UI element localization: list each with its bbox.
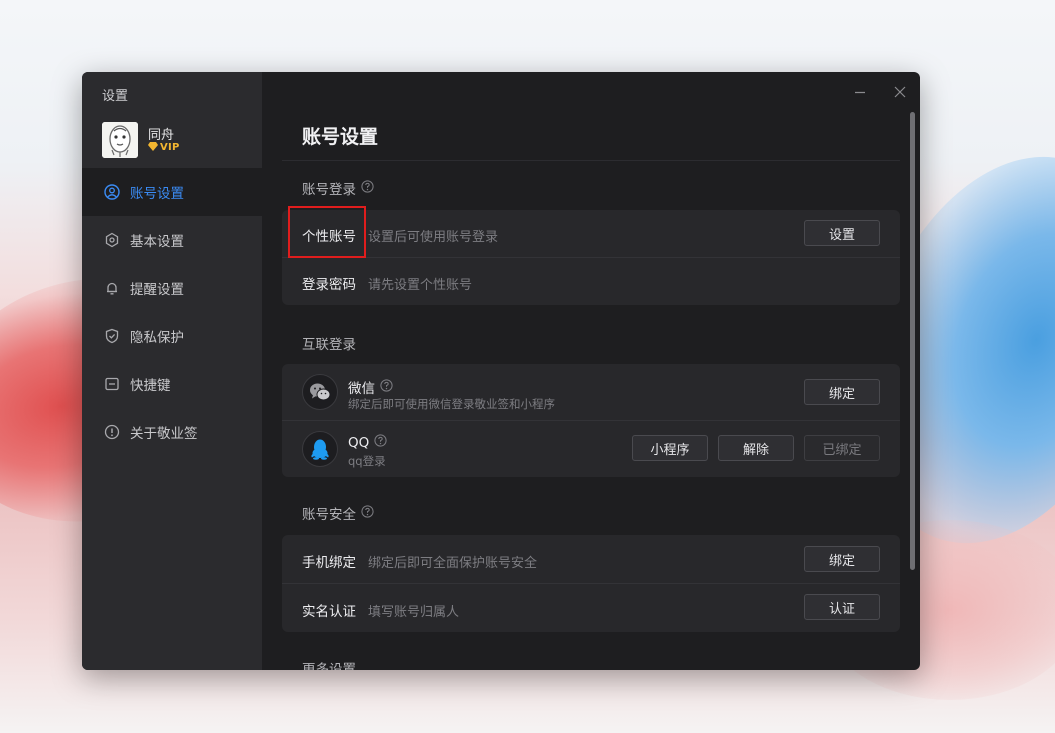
qq-desc: qq登录: [348, 454, 386, 468]
wechat-icon: [302, 374, 338, 410]
qq-bound-button: 已绑定: [804, 435, 880, 461]
real-name-title: 实名认证: [302, 604, 356, 620]
personal-account-desc: 设置后可使用账号登录: [368, 230, 499, 245]
hexagon-gear-icon: [104, 232, 120, 248]
sidebar-nav: 账号设置 基本设置 提醒设置 隐私保护 快捷键 关于敬业签: [82, 168, 262, 456]
avatar[interactable]: [102, 122, 138, 158]
help-icon[interactable]: [361, 504, 374, 522]
help-icon[interactable]: [380, 378, 393, 396]
minimize-icon: [855, 91, 865, 94]
section-linked-login-label: 互联登录: [302, 337, 356, 353]
phone-binding-desc: 绑定后即可全面保护账号安全: [368, 556, 538, 571]
personal-account-title: 个性账号: [302, 229, 356, 245]
user-profile[interactable]: 同舟 VIP: [102, 122, 252, 160]
wechat-desc: 绑定后即可使用微信登录敬业签和小程序: [348, 397, 555, 411]
sidebar-item-basic-settings[interactable]: 基本设置: [82, 216, 262, 264]
wechat-name: 微信: [348, 377, 393, 397]
login-password-row: 登录密码 请先设置个性账号: [282, 258, 900, 305]
window-title: 设置: [102, 89, 129, 104]
wechat-bind-button[interactable]: 绑定: [804, 379, 880, 405]
sidebar-item-label: 关于敬业签: [130, 426, 198, 442]
keyboard-icon: [104, 376, 120, 392]
phone-binding-title: 手机绑定: [302, 555, 356, 571]
username: 同舟: [148, 128, 175, 143]
phone-bind-button[interactable]: 绑定: [804, 546, 880, 572]
personal-account-set-button[interactable]: 设置: [804, 220, 880, 246]
qq-unbind-button[interactable]: 解除: [718, 435, 794, 461]
qq-name-text: QQ: [348, 434, 370, 451]
section-label-text: 账号登录: [302, 182, 356, 198]
section-account-security-label: 账号安全: [302, 503, 374, 523]
shield-check-icon: [104, 328, 120, 344]
section-label-text: 账号安全: [302, 507, 356, 523]
qq-name: QQ: [348, 434, 387, 451]
wechat-row: 微信 绑定后即可使用微信登录敬业签和小程序 绑定: [282, 364, 900, 420]
minimize-button[interactable]: [852, 84, 868, 100]
sidebar-item-account-settings[interactable]: 账号设置: [82, 168, 262, 216]
sidebar: 设置 同舟 VIP 账号设置 基本设置 提醒设置 隐私保护 快捷键 关于敬业签: [82, 72, 262, 670]
help-icon[interactable]: [361, 179, 374, 197]
section-account-login-label: 账号登录: [302, 178, 374, 198]
phone-binding-row: 手机绑定 绑定后即可全面保护账号安全 绑定: [282, 535, 900, 583]
login-password-title: 登录密码: [302, 277, 356, 293]
close-button[interactable]: [892, 84, 908, 100]
close-icon: [894, 86, 906, 98]
help-icon[interactable]: [374, 434, 387, 451]
real-name-desc: 填写账号归属人: [368, 605, 460, 620]
real-name-row: 实名认证 填写账号归属人 认证: [282, 584, 900, 632]
page-title: 账号设置: [302, 126, 379, 148]
main-panel: 账号设置 账号登录 个性账号 设置后可使用账号登录 设置 登录密码 请先设置个性…: [262, 72, 920, 670]
sidebar-item-about[interactable]: 关于敬业签: [82, 408, 262, 456]
login-password-desc: 请先设置个性账号: [368, 278, 473, 293]
sidebar-item-label: 快捷键: [130, 378, 171, 394]
title-divider: [282, 160, 900, 161]
settings-window: 设置 同舟 VIP 账号设置 基本设置 提醒设置 隐私保护 快捷键 关于敬业签 …: [82, 72, 920, 670]
linked-login-card: 微信 绑定后即可使用微信登录敬业签和小程序 绑定 QQ qq登录 小程序 解除 …: [282, 364, 900, 477]
account-login-card: 个性账号 设置后可使用账号登录 设置 登录密码 请先设置个性账号: [282, 210, 900, 305]
personal-account-row: 个性账号 设置后可使用账号登录 设置: [282, 210, 900, 257]
sidebar-item-label: 隐私保护: [130, 330, 184, 346]
diamond-icon: [148, 142, 158, 151]
sidebar-item-shortcuts[interactable]: 快捷键: [82, 360, 262, 408]
scrollbar[interactable]: [910, 112, 915, 570]
bell-icon: [104, 280, 120, 296]
sidebar-item-label: 账号设置: [130, 186, 184, 202]
user-circle-icon: [104, 184, 120, 200]
vip-badge-text: VIP: [160, 142, 180, 153]
sidebar-item-privacy[interactable]: 隐私保护: [82, 312, 262, 360]
real-name-verify-button[interactable]: 认证: [804, 594, 880, 620]
sidebar-item-reminder-settings[interactable]: 提醒设置: [82, 264, 262, 312]
section-more-settings-label: 更多设置: [302, 662, 356, 670]
account-security-card: 手机绑定 绑定后即可全面保护账号安全 绑定 实名认证 填写账号归属人 认证: [282, 535, 900, 632]
info-circle-icon: [104, 424, 120, 440]
sidebar-item-label: 基本设置: [130, 234, 184, 250]
wechat-name-text: 微信: [348, 381, 375, 397]
qq-row: QQ qq登录 小程序 解除 已绑定: [282, 421, 900, 477]
qq-penguin-icon: [302, 431, 338, 467]
vip-badge: VIP: [148, 142, 180, 153]
qq-miniprogram-button[interactable]: 小程序: [632, 435, 708, 461]
sidebar-item-label: 提醒设置: [130, 282, 184, 298]
